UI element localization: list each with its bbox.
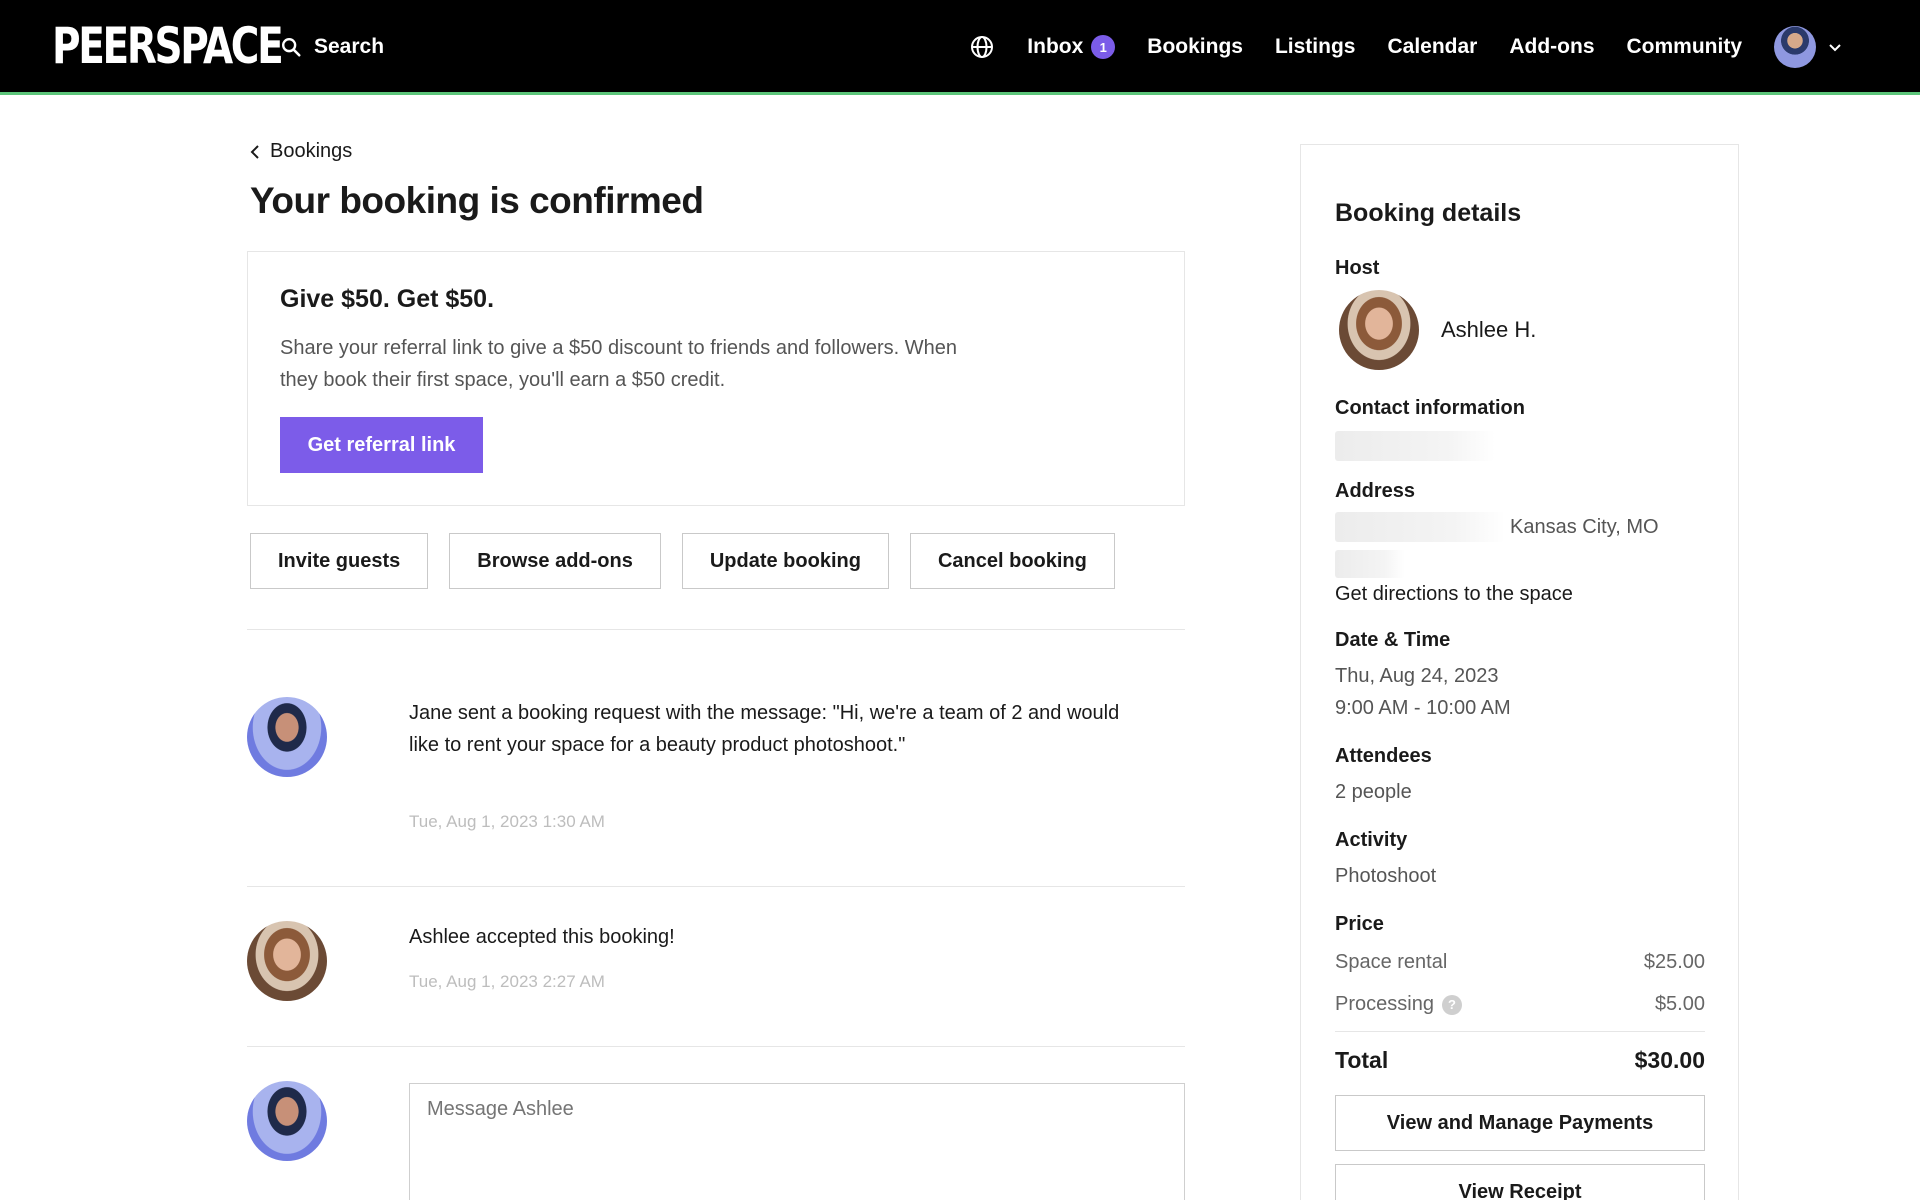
address-city: Kansas City, MO [1510, 516, 1659, 538]
avatar [1774, 26, 1816, 68]
account-menu[interactable] [1774, 26, 1844, 68]
attendees-value: 2 people [1335, 781, 1412, 803]
referral-promo: Give $50. Get $50. Share your referral l… [247, 251, 1185, 506]
space-rental-row: Space rental $25.00 [1335, 951, 1705, 974]
message-text: Jane sent a booking request with the mes… [409, 702, 1120, 756]
get-directions-link[interactable]: Get directions to the space [1335, 583, 1573, 606]
avatar [247, 697, 327, 777]
booking-details-title: Booking details [1335, 199, 1522, 227]
total-label: Total [1335, 1047, 1389, 1073]
nav-inbox-label: Inbox [1027, 35, 1084, 58]
promo-pattern-icons: $ $ $ $ $ [968, 252, 1185, 506]
message-input[interactable] [409, 1083, 1185, 1200]
price-heading: Price [1335, 913, 1384, 935]
help-icon[interactable]: ? [1441, 994, 1462, 1015]
nav-listings[interactable]: Listings [1275, 35, 1356, 59]
host-avatar[interactable] [1339, 290, 1419, 370]
invite-guests-button[interactable]: Invite guests [250, 533, 429, 589]
space-rental-value: $25.00 [1643, 951, 1705, 973]
nav-bookings[interactable]: Bookings [1147, 35, 1243, 59]
update-booking-button[interactable]: Update booking [681, 533, 889, 589]
search-button[interactable]: Search [280, 30, 384, 64]
booking-actions: Invite guests Browse add-ons Update book… [250, 533, 1115, 589]
inbox-count-badge: 1 [1091, 35, 1116, 59]
get-referral-link-button[interactable]: Get referral link [280, 417, 483, 473]
avatar [247, 1081, 327, 1161]
redacted-address [1335, 512, 1505, 542]
cancel-booking-button[interactable]: Cancel booking [909, 533, 1115, 589]
activity-heading: Activity [1335, 829, 1408, 851]
view-receipt-button[interactable]: View Receipt [1335, 1164, 1705, 1200]
attendees-heading: Attendees [1335, 745, 1432, 767]
promo-body: Share your referral link to give a $50 d… [280, 337, 958, 391]
chevron-left-icon [250, 144, 259, 159]
redacted-contact [1335, 431, 1495, 461]
divider [1335, 1031, 1705, 1032]
processing-value: $5.00 [1654, 993, 1705, 1015]
host-heading: Host [1335, 257, 1380, 279]
nav-community[interactable]: Community [1627, 35, 1743, 59]
total-value: $30.00 [1634, 1047, 1705, 1073]
contact-heading: Contact information [1335, 397, 1525, 419]
message-timestamp: Tue, Aug 1, 2023 1:30 AM [409, 812, 605, 831]
chevron-down-icon [1829, 44, 1841, 52]
divider [247, 886, 1185, 887]
activity-value: Photoshoot [1335, 865, 1437, 887]
total-row: Total $30.00 [1335, 1047, 1705, 1074]
datetime-heading: Date & Time [1335, 629, 1451, 651]
redacted-address-line2 [1335, 550, 1405, 578]
address-heading: Address [1335, 480, 1416, 502]
host-name[interactable]: Ashlee H. [1441, 317, 1536, 343]
processing-label: Processing [1335, 993, 1434, 1015]
view-manage-payments-button[interactable]: View and Manage Payments [1335, 1095, 1705, 1151]
search-icon [282, 38, 301, 57]
promo-heading: Give $50. Get $50. [280, 285, 495, 313]
booking-date: Thu, Aug 24, 2023 [1335, 665, 1499, 687]
breadcrumb[interactable]: Bookings [248, 140, 352, 163]
globe-icon[interactable] [969, 34, 995, 60]
page-title: Your booking is confirmed [250, 180, 704, 221]
search-label: Search [314, 35, 385, 58]
booking-time: 9:00 AM - 10:00 AM [1335, 697, 1511, 719]
divider [247, 629, 1185, 630]
peerspace-logo[interactable]: PEERSPACE [52, 20, 284, 72]
nav-inbox[interactable]: Inbox 1 [1027, 35, 1116, 59]
booking-details-card: Booking details Host Ashlee H. Contact i… [1300, 144, 1739, 1200]
message-text: Ashlee accepted this booking! [409, 926, 675, 948]
main-nav: Inbox 1 Bookings Listings Calendar Add-o… [969, 22, 1844, 72]
message-timestamp: Tue, Aug 1, 2023 2:27 AM [409, 972, 605, 991]
processing-row: Processing ? $5.00 [1335, 993, 1705, 1016]
nav-calendar[interactable]: Calendar [1387, 35, 1477, 59]
space-rental-label: Space rental [1335, 951, 1448, 973]
nav-addons[interactable]: Add-ons [1509, 35, 1594, 59]
avatar [247, 921, 327, 1001]
top-nav: PEERSPACE Search Inbox 1 Bookings Listin… [0, 0, 1920, 95]
divider [247, 1046, 1185, 1047]
browse-addons-button[interactable]: Browse add-ons [449, 533, 661, 589]
breadcrumb-label: Bookings [270, 140, 353, 162]
